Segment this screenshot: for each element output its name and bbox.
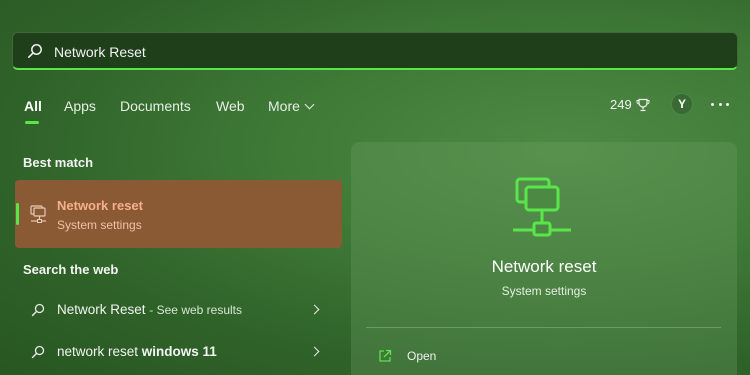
search-input[interactable]: Network Reset <box>54 44 146 60</box>
preview-subtitle: System settings <box>501 284 587 298</box>
search-icon <box>31 345 45 359</box>
web-result-text: network reset windows 11 <box>57 344 217 359</box>
web-result-text: Network Reset - See web results <box>57 302 242 317</box>
active-tab-indicator <box>25 121 39 124</box>
more-options-icon[interactable] <box>711 95 729 113</box>
preview-title: Network reset <box>491 257 597 276</box>
tab-apps[interactable]: Apps <box>64 98 96 114</box>
points-count: 249 <box>610 97 632 112</box>
preview-panel: Network reset System settings Open <box>351 142 737 375</box>
open-label: Open <box>407 349 437 363</box>
web-result-bold: windows 11 <box>141 344 217 359</box>
tab-documents[interactable]: Documents <box>120 98 191 114</box>
trophy-icon <box>636 98 650 111</box>
web-result-row[interactable]: Network Reset - See web results <box>15 292 342 328</box>
chevron-right-icon <box>309 304 320 315</box>
search-web-heading: Search the web <box>23 262 119 277</box>
best-match-result[interactable]: Network reset System settings <box>15 180 342 248</box>
chevron-right-icon <box>309 346 320 357</box>
web-result-suffix: - See web results <box>149 303 243 317</box>
best-match-title: Network reset <box>57 198 143 213</box>
network-pc-icon <box>30 205 46 223</box>
search-box[interactable]: Network Reset <box>12 32 738 70</box>
web-result-query: Network Reset <box>57 302 146 317</box>
network-icon <box>513 177 571 237</box>
open-action[interactable]: Open <box>378 349 436 363</box>
tab-web[interactable]: Web <box>216 98 245 114</box>
chevron-down-icon <box>304 99 315 110</box>
search-icon <box>31 303 45 317</box>
rewards-points[interactable]: 249 <box>610 97 650 112</box>
tab-more-label: More <box>268 98 300 114</box>
best-match-subtitle: System settings <box>57 218 142 232</box>
best-match-heading: Best match <box>23 155 94 170</box>
tab-more[interactable]: More <box>268 98 315 114</box>
web-result-row[interactable]: network reset windows 11 <box>15 334 342 370</box>
selection-indicator <box>16 203 19 225</box>
avatar[interactable]: Y <box>671 93 693 115</box>
search-icon <box>27 44 42 58</box>
web-result-prefix: network reset <box>57 344 142 359</box>
tab-all[interactable]: All <box>24 98 42 114</box>
open-external-icon <box>379 349 392 362</box>
divider <box>366 327 721 328</box>
